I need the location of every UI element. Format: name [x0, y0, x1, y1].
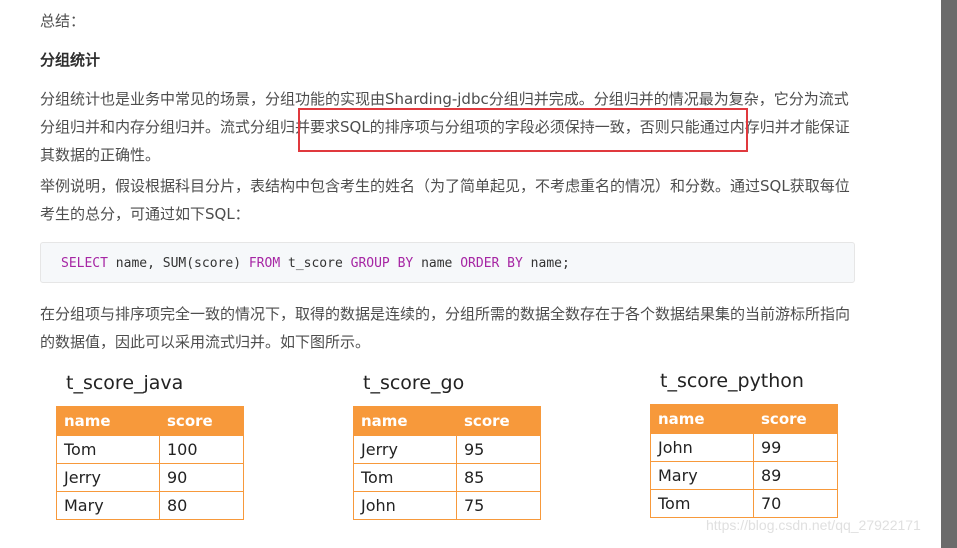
sql-code-block: SELECT name, SUM(score) FROM t_score GRO…	[40, 242, 855, 283]
cell-name: Tom	[56, 435, 160, 464]
table-row: Tom 70	[650, 489, 838, 518]
column-header-score: score	[159, 406, 244, 436]
cell-name: Tom	[353, 463, 457, 492]
cell-name: Jerry	[353, 435, 457, 464]
column-header-score: score	[456, 406, 541, 436]
cell-score: 95	[456, 435, 541, 464]
table-header-row: name score	[353, 406, 541, 436]
section-heading: 分组统计	[40, 51, 101, 69]
watermark-url: https://blog.csdn.net/qq_27922171	[706, 517, 921, 533]
cell-name: John	[650, 433, 754, 462]
code-text: t_score	[280, 256, 351, 271]
cell-score: 75	[456, 491, 541, 520]
cell-score: 100	[159, 435, 244, 464]
code-keyword-order-by: ORDER BY	[460, 256, 523, 271]
table-title: t_score_python	[660, 370, 804, 392]
table-block-go: t_score_go name score Jerry 95 Tom 85 John…	[353, 372, 541, 520]
code-text: name;	[522, 256, 570, 271]
table-block-python: t_score_python name score John 99 Mary 89 …	[650, 370, 838, 518]
table-block-java: t_score_java name score Tom 100 Jerry 90 M…	[56, 372, 244, 520]
table-row: Tom 85	[353, 463, 541, 492]
column-header-name: name	[56, 406, 160, 436]
paragraph-example: 举例说明，假设根据科目分片，表结构中包含考生的姓名（为了简单起见，不考虑重名的情…	[40, 177, 850, 223]
code-text: name	[413, 256, 461, 271]
cell-score: 89	[753, 461, 838, 490]
table-row: John 99	[650, 433, 838, 462]
cell-score: 80	[159, 491, 244, 520]
cell-score: 90	[159, 463, 244, 492]
score-table-python: name score John 99 Mary 89 Tom 70	[650, 404, 838, 518]
table-title: t_score_java	[66, 372, 184, 394]
cell-score: 85	[456, 463, 541, 492]
table-row: Mary 80	[56, 491, 244, 520]
column-header-score: score	[753, 404, 838, 434]
vertical-scrollbar[interactable]	[941, 0, 957, 548]
highlight-box	[298, 108, 748, 152]
table-title: t_score_go	[363, 372, 465, 394]
cell-score: 70	[753, 489, 838, 518]
code-keyword-select: SELECT	[61, 256, 108, 271]
column-header-name: name	[650, 404, 754, 434]
table-row: Mary 89	[650, 461, 838, 490]
column-header-name: name	[353, 406, 457, 436]
cell-name: John	[353, 491, 457, 520]
score-table-java: name score Tom 100 Jerry 90 Mary 80	[56, 406, 244, 520]
summary-label: 总结：	[40, 12, 86, 30]
table-header-row: name score	[650, 404, 838, 434]
cell-score: 99	[753, 433, 838, 462]
cell-name: Mary	[56, 491, 160, 520]
table-row: Jerry 90	[56, 463, 244, 492]
code-keyword-group-by: GROUP BY	[350, 256, 414, 271]
cell-name: Tom	[650, 489, 754, 518]
code-text: name, SUM(score)	[107, 256, 249, 271]
code-keyword-from: FROM	[248, 256, 281, 271]
table-row: Tom 100	[56, 435, 244, 464]
paragraph-streaming: 在分组项与排序项完全一致的情况下，取得的数据是连续的，分组所需的数据全数存在于各…	[40, 305, 851, 351]
cell-name: Jerry	[56, 463, 160, 492]
table-header-row: name score	[56, 406, 244, 436]
table-row: Jerry 95	[353, 435, 541, 464]
score-table-go: name score Jerry 95 Tom 85 John 75	[353, 406, 541, 520]
cell-name: Mary	[650, 461, 754, 490]
table-row: John 75	[353, 491, 541, 520]
